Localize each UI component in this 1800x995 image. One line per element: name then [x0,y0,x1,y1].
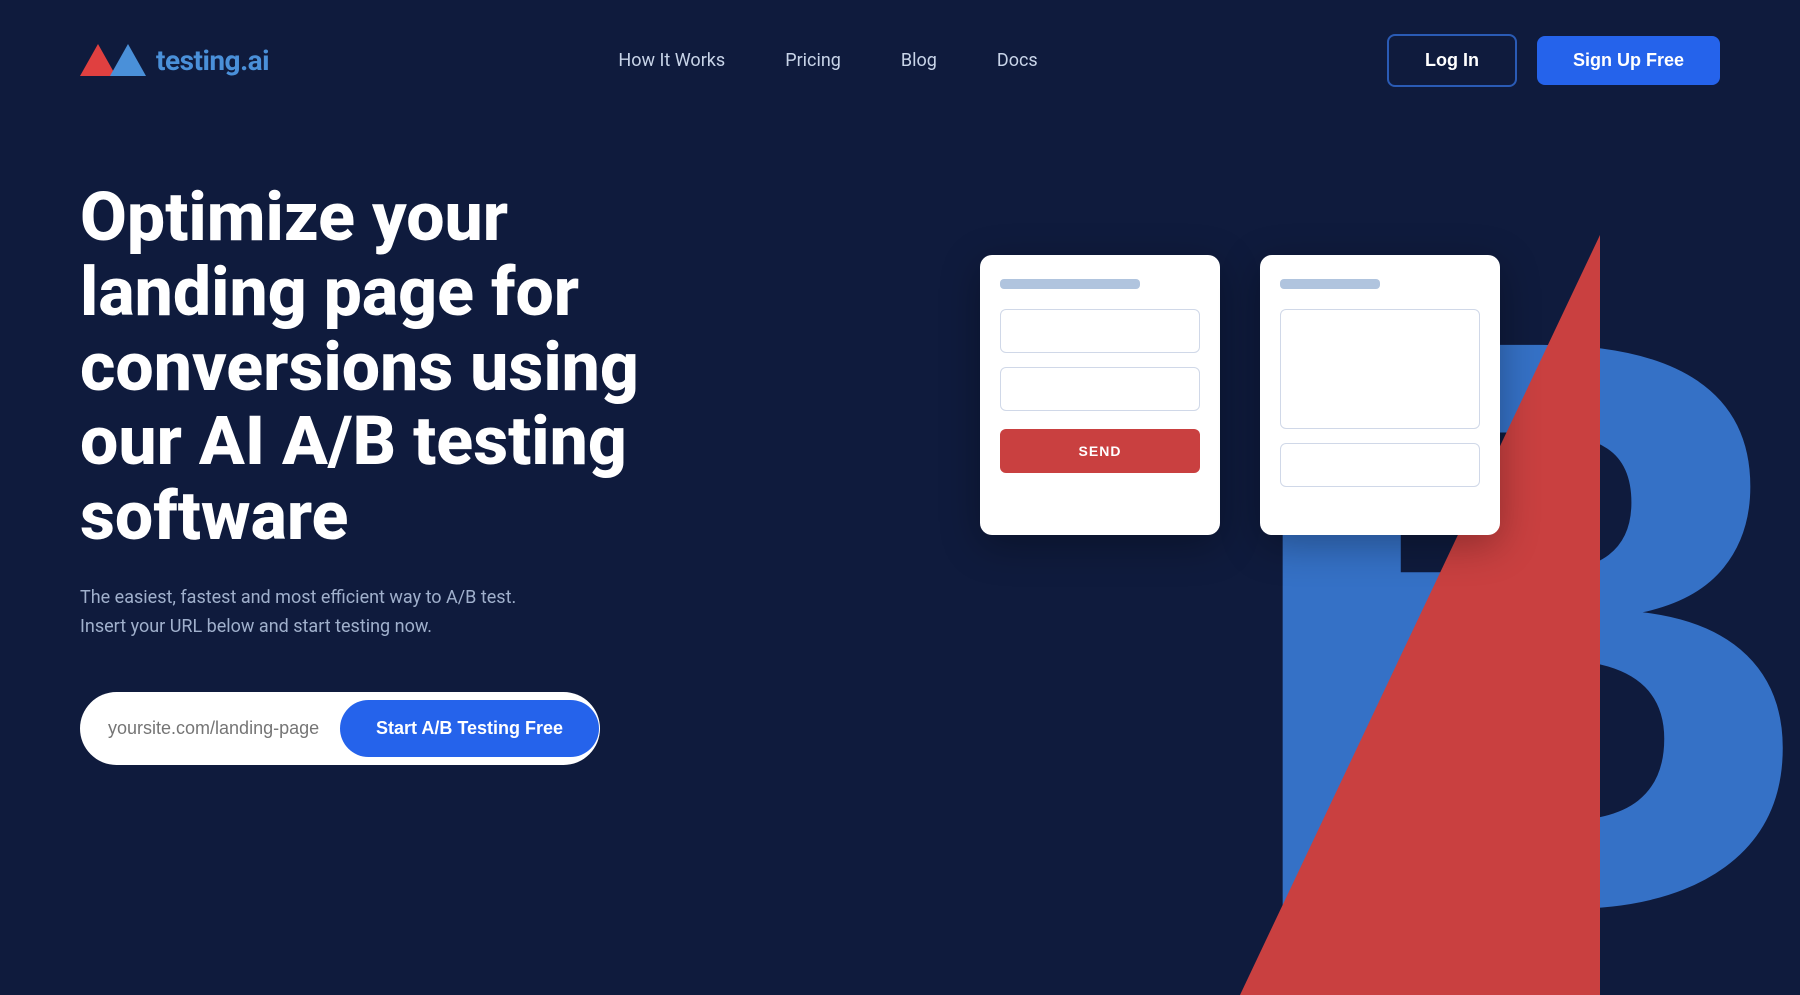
signup-button[interactable]: Sign Up Free [1537,36,1720,85]
navbar: testing.ai How It Works Pricing Blog Doc… [0,0,1800,120]
login-button[interactable]: Log In [1387,34,1517,87]
card-b-text-area [1280,309,1480,429]
nav-links: How It Works Pricing Blog Docs [618,50,1037,71]
nav-link-blog[interactable]: Blog [901,50,937,71]
hero-visual: B SEND [800,195,1800,995]
nav-link-how-it-works[interactable]: How It Works [618,50,725,71]
card-a-send-button: SEND [1000,429,1200,473]
logo[interactable]: testing.ai [80,44,269,77]
card-a-header-bar [1000,279,1140,289]
card-a-input-2 [1000,367,1200,411]
hero-section: Optimize your landing page for conversio… [0,120,1800,995]
logo-triangle-blue-icon [110,44,146,76]
card-a-input-1 [1000,309,1200,353]
hero-title: Optimize your landing page for conversio… [80,180,700,554]
nav-link-pricing[interactable]: Pricing [785,50,841,71]
card-b-header-bar [1280,279,1380,289]
hero-cta-container: Start A/B Testing Free [80,692,600,765]
logo-icon [80,44,146,76]
nav-link-docs[interactable]: Docs [997,50,1038,71]
card-variant-b [1260,255,1500,535]
hero-content: Optimize your landing page for conversio… [80,180,700,765]
logo-text: testing.ai [156,44,269,77]
start-testing-button[interactable]: Start A/B Testing Free [340,700,599,757]
url-input[interactable] [108,718,340,739]
card-variant-a: SEND [980,255,1220,535]
logo-text-part2: .ai [240,44,269,77]
card-b-input-1 [1280,443,1480,487]
nav-actions: Log In Sign Up Free [1387,34,1720,87]
logo-text-part1: testing [156,44,240,77]
hero-subtitle: The easiest, fastest and most efficient … [80,584,560,642]
